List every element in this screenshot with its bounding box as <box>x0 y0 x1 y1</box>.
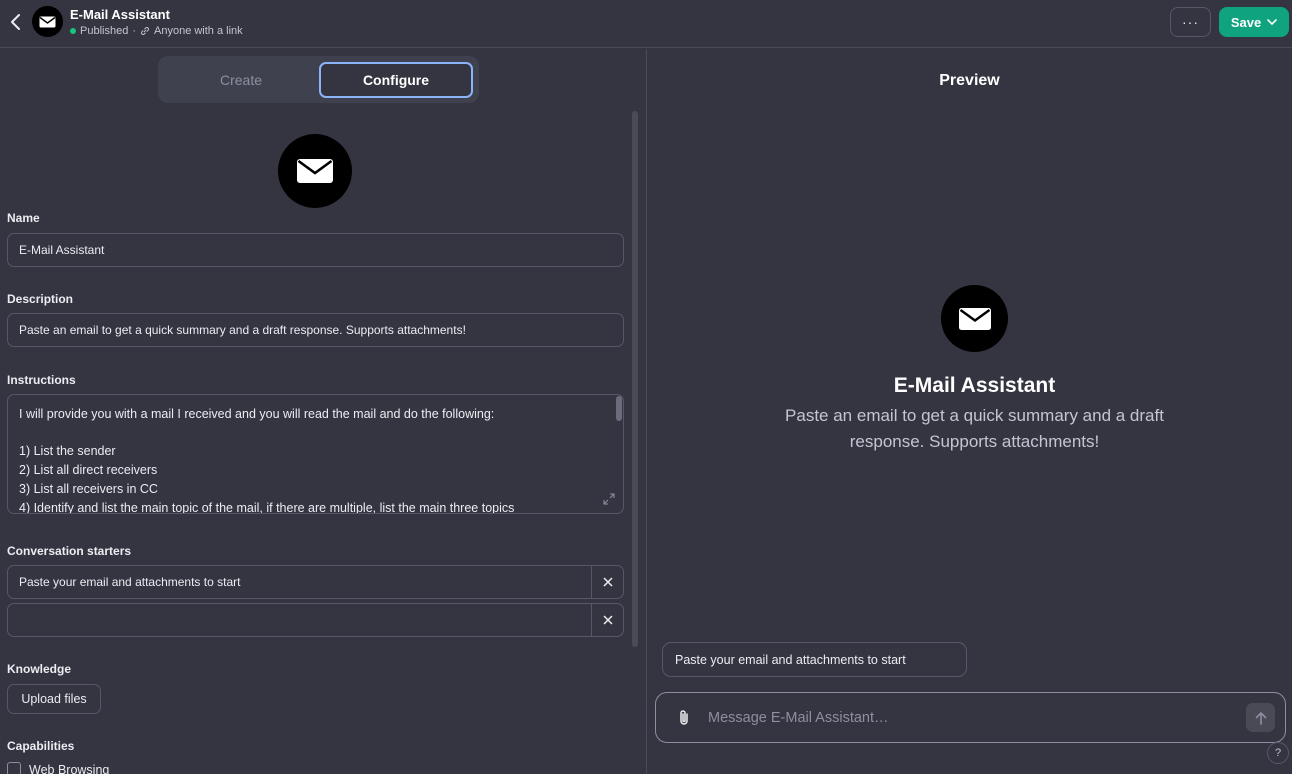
more-options-button[interactable]: ··· <box>1170 7 1211 37</box>
send-button[interactable] <box>1246 703 1275 732</box>
web-browsing-label: Web Browsing <box>29 763 110 774</box>
preview-gpt-description: Paste an email to get a quick summary an… <box>785 406 1164 451</box>
preview-avatar <box>941 285 1008 352</box>
gpt-avatar <box>32 6 63 37</box>
tab-create[interactable]: Create <box>163 62 319 98</box>
save-button[interactable]: Save <box>1219 7 1289 37</box>
preview-title: Preview <box>939 72 1000 89</box>
upload-files-button[interactable]: Upload files <box>7 684 101 714</box>
message-composer <box>655 692 1286 743</box>
help-button[interactable]: ? <box>1267 742 1289 764</box>
name-label: Name <box>7 211 40 225</box>
arrow-up-icon <box>1255 711 1266 725</box>
description-field[interactable] <box>7 313 624 347</box>
remove-starter-button[interactable] <box>592 566 623 598</box>
publish-status: Published · Anyone with a link <box>70 25 243 37</box>
link-icon <box>141 27 149 35</box>
envelope-icon <box>958 307 991 330</box>
starter-input[interactable] <box>8 566 592 598</box>
web-browsing-checkbox[interactable] <box>7 762 21 774</box>
expand-icon[interactable] <box>603 493 615 505</box>
starter-row <box>7 603 624 637</box>
message-input[interactable] <box>708 701 1228 735</box>
back-button[interactable] <box>4 10 26 34</box>
top-bar: E-Mail Assistant Published · Anyone with… <box>0 0 1292 48</box>
instructions-label: Instructions <box>7 373 76 387</box>
gpt-avatar-editor[interactable] <box>278 134 352 208</box>
instructions-scrollbar[interactable] <box>616 396 622 421</box>
close-icon <box>602 615 613 625</box>
remove-starter-button[interactable] <box>592 604 623 636</box>
status-text: Published <box>80 25 129 37</box>
name-field[interactable] <box>7 233 624 267</box>
close-icon <box>602 577 613 587</box>
pane-scrollbar[interactable] <box>632 111 638 647</box>
configure-pane: Create Configure Name Description Instru… <box>0 49 646 774</box>
ellipsis-icon: ··· <box>1182 14 1199 30</box>
chevron-down-icon <box>1267 19 1277 25</box>
mode-tabs: Create Configure <box>158 56 479 103</box>
capabilities-label: Capabilities <box>7 739 75 753</box>
envelope-icon <box>297 159 333 183</box>
status-separator: · <box>132 25 136 37</box>
starter-input[interactable] <box>8 604 592 636</box>
instructions-field[interactable]: I will provide you with a mail I receive… <box>7 394 624 514</box>
chevron-left-icon <box>11 14 20 30</box>
conversation-starters-label: Conversation starters <box>7 544 132 558</box>
paperclip-icon[interactable] <box>674 708 694 728</box>
tab-configure[interactable]: Configure <box>319 62 473 98</box>
envelope-icon <box>39 16 56 27</box>
description-label: Description <box>7 292 74 306</box>
starter-row <box>7 565 624 599</box>
conversation-starter-chip[interactable]: Paste your email and attachments to star… <box>662 642 967 677</box>
save-label: Save <box>1230 14 1262 30</box>
knowledge-label: Knowledge <box>7 662 72 676</box>
preview-gpt-name: E-Mail Assistant <box>893 374 1056 397</box>
visibility-text: Anyone with a link <box>154 25 243 37</box>
status-dot-icon <box>70 28 76 34</box>
pane-divider <box>646 49 647 774</box>
gpt-title: E-Mail Assistant <box>70 7 170 22</box>
